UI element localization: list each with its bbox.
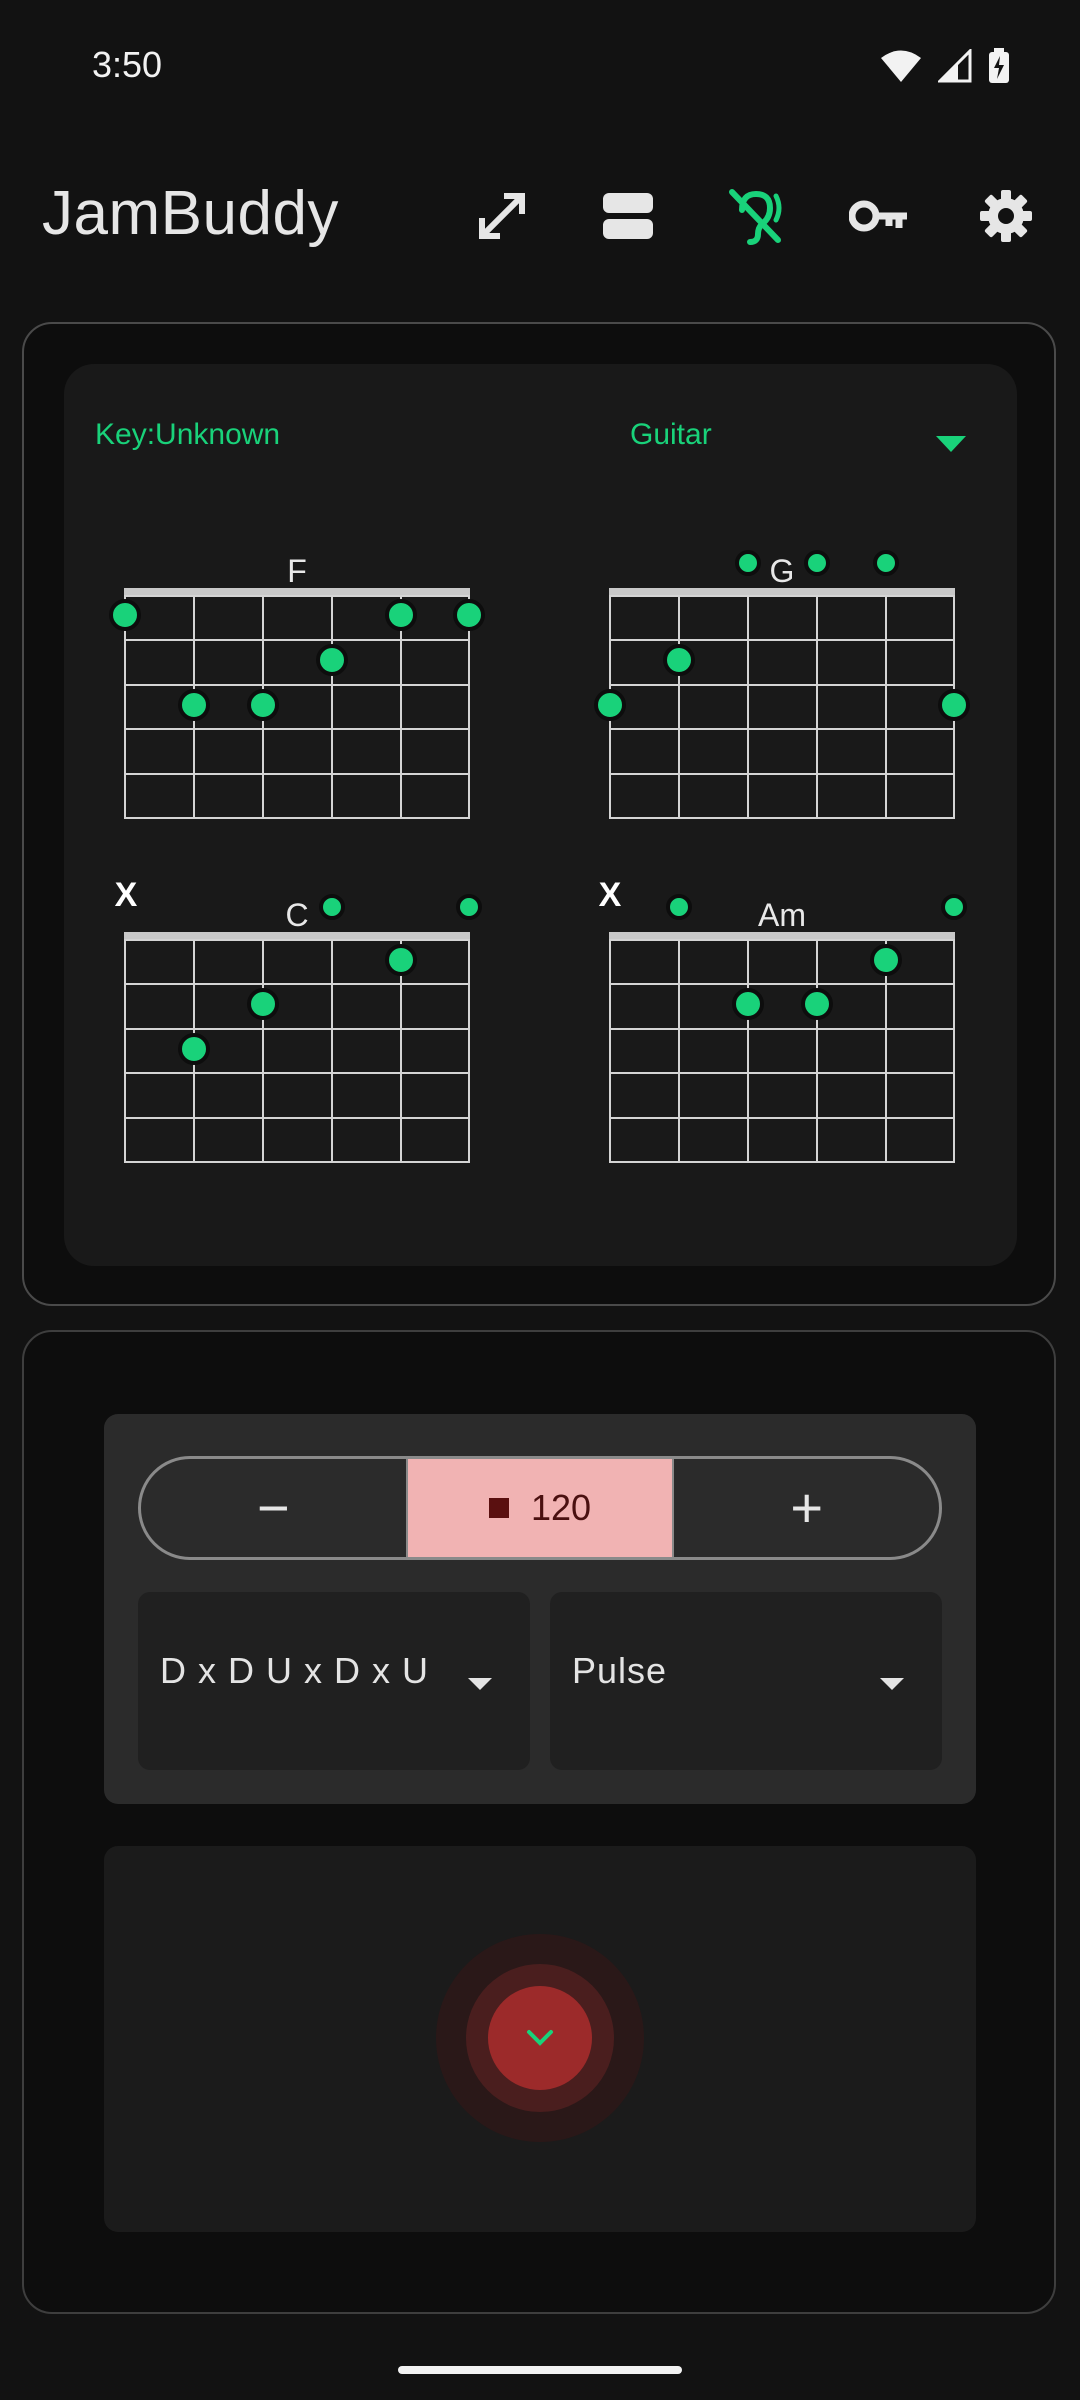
chord-name: G: [770, 553, 795, 589]
muted-string-marker: X: [599, 876, 622, 914]
tempo-control: − 120 +: [138, 1456, 942, 1560]
sound-value: Pulse: [572, 1650, 668, 1691]
dropdown-arrow-icon: [880, 1678, 904, 1690]
chord-name: F: [287, 553, 307, 589]
dropdown-arrow-icon: [468, 1678, 492, 1690]
sound-select[interactable]: Pulse: [550, 1592, 942, 1770]
tempo-increment-button[interactable]: +: [674, 1459, 939, 1557]
tempo-decrement-button[interactable]: −: [141, 1459, 406, 1557]
strum-pattern-select[interactable]: D x D U x D x U: [138, 1592, 530, 1770]
muted-string-marker: X: [115, 876, 138, 914]
chord-name: Am: [758, 897, 806, 933]
chord-diagram-f[interactable]: F: [109, 553, 485, 819]
minus-label: −: [256, 1476, 290, 1539]
tempo-value: 120: [530, 1487, 592, 1528]
chord-name: C: [285, 897, 308, 933]
chord-diagram-g[interactable]: G: [594, 550, 970, 819]
home-indicator[interactable]: [398, 2366, 682, 2374]
strum-button[interactable]: [488, 1986, 592, 2090]
chevron-down-icon: [527, 2030, 553, 2046]
plus-label: +: [790, 1476, 824, 1539]
tempo-display[interactable]: 120: [405, 1459, 675, 1557]
chord-diagram-am[interactable]: X Am: [599, 876, 967, 1163]
stop-icon: [488, 1498, 509, 1518]
chord-diagrams: F G X C X Am: [109, 550, 970, 1163]
chord-diagram-c[interactable]: X C: [115, 876, 482, 1163]
strum-pattern-value: D x D U x D x U: [160, 1650, 430, 1691]
